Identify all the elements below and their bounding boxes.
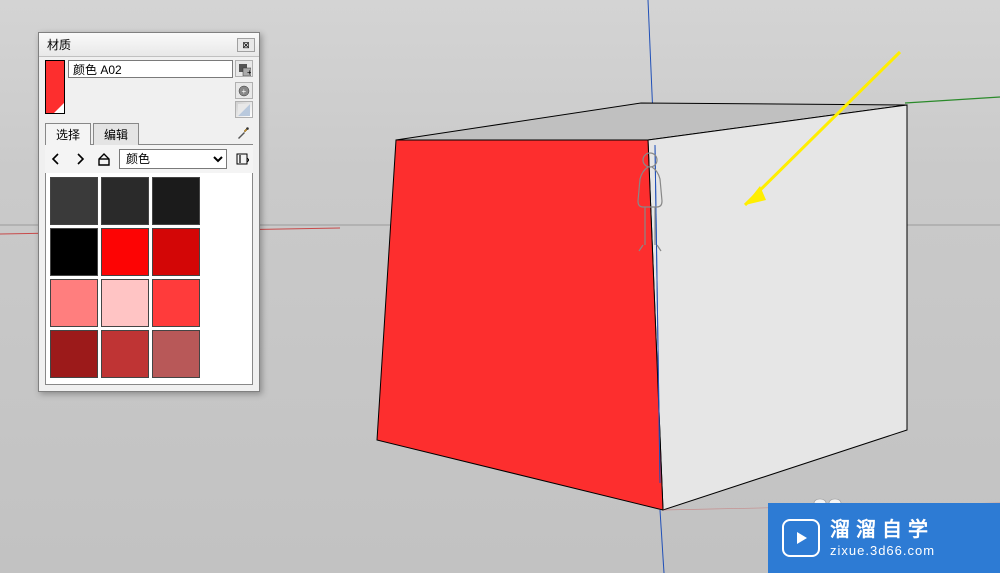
add-material-button[interactable]: + — [235, 82, 253, 99]
color-swatch[interactable] — [101, 330, 149, 378]
svg-text:+: + — [247, 68, 251, 76]
materials-nav: 颜色 — [45, 144, 253, 173]
color-swatch[interactable] — [101, 279, 149, 327]
swatches-scroll-space — [200, 177, 248, 380]
panel-title: 材质 — [47, 36, 71, 53]
color-swatch[interactable] — [50, 330, 98, 378]
swatches-grid — [50, 177, 200, 380]
material-category-select[interactable]: 颜色 — [119, 149, 227, 169]
tab-edit[interactable]: 编辑 — [93, 123, 139, 145]
panel-body: + + 选择 编辑 — [39, 57, 259, 391]
watermark-title: 溜溜自学 — [830, 517, 935, 543]
library-details-button[interactable] — [233, 150, 251, 168]
color-swatch[interactable] — [101, 228, 149, 276]
material-name-input[interactable] — [68, 60, 233, 78]
watermark-banner: 溜溜自学 zixue.3d66.com — [768, 503, 1000, 573]
materials-panel: 材质 ⊠ + + — [38, 32, 260, 392]
default-material-button[interactable] — [235, 101, 253, 118]
play-icon — [782, 519, 820, 557]
color-swatch[interactable] — [152, 177, 200, 225]
color-swatch[interactable] — [152, 228, 200, 276]
swatches-area — [45, 173, 253, 385]
color-swatch[interactable] — [50, 177, 98, 225]
color-swatch[interactable] — [50, 279, 98, 327]
current-material-preview[interactable] — [45, 60, 65, 114]
color-swatch[interactable] — [152, 330, 200, 378]
svg-text:+: + — [242, 87, 247, 96]
create-material-button[interactable]: + — [235, 60, 253, 77]
color-swatch[interactable] — [152, 279, 200, 327]
tab-select[interactable]: 选择 — [45, 123, 91, 145]
nav-back-button[interactable] — [47, 150, 65, 168]
nav-forward-button[interactable] — [71, 150, 89, 168]
color-swatch[interactable] — [101, 177, 149, 225]
materials-tabs: 选择 编辑 — [45, 122, 141, 144]
nav-home-button[interactable] — [95, 150, 113, 168]
panel-close-button[interactable]: ⊠ — [237, 38, 255, 52]
eyedropper-button[interactable] — [233, 123, 253, 143]
color-swatch[interactable] — [50, 228, 98, 276]
watermark-url: zixue.3d66.com — [830, 543, 935, 560]
panel-titlebar[interactable]: 材质 ⊠ — [39, 33, 259, 57]
